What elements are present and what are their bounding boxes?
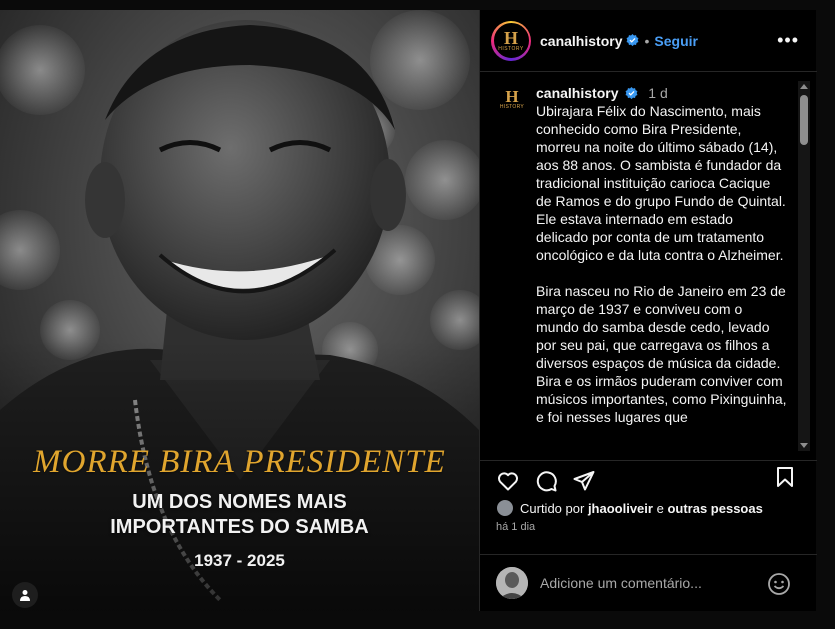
smiley-icon [768,573,790,595]
person-icon [20,590,30,601]
post-side-panel: H HISTORY canalhistory • Seguir ••• H HI… [479,10,817,611]
post-subtitle-line1: UM DOS NOMES MAIS [132,491,347,513]
share-button[interactable] [572,469,596,493]
post-timestamp[interactable]: há 1 dia [496,521,535,533]
likes-prefix: Curtido por [520,500,585,516]
caption-paragraph-2: Bira nasceu no Rio de Janeiro em 23 de m… [536,283,787,425]
scroll-down-arrow-icon[interactable] [800,443,808,448]
history-logo-sub: HISTORY [498,45,524,52]
bookmark-icon [777,467,793,487]
heart-icon [498,471,518,490]
comment-button[interactable] [534,469,558,493]
comment-box [480,554,817,611]
caption-history-logo-sub: HISTORY [499,103,525,110]
caption-area[interactable]: H HISTORY canalhistory 1 d Ubirajara Fél… [480,73,817,460]
header-username[interactable]: canalhistory [540,33,622,49]
caption-time[interactable]: 1 d [648,85,667,101]
tagged-people-button[interactable] [12,582,38,608]
post-image[interactable]: MORRE BIRA PRESIDENTE UM DOS NOMES MAIS … [0,10,479,611]
header-separator: • [644,32,650,49]
post-header: H HISTORY canalhistory • Seguir ••• [480,10,817,72]
post-years: 1937 - 2025 [194,551,285,570]
caption-history-logo: H [505,86,519,106]
scroll-up-arrow-icon[interactable] [800,84,808,89]
liker-avatar[interactable] [496,499,514,517]
likes-others-link[interactable]: outras pessoas [667,501,762,516]
liker-username[interactable]: jhaooliveir [588,501,653,516]
likes-summary: Curtido por jhaooliveir e outras pessoas [496,499,763,517]
caption-paragraph-1: Ubirajara Félix do Nascimento, mais conh… [536,103,786,263]
caption-scrollbar[interactable] [798,81,810,451]
action-bar [480,460,817,500]
profile-avatar[interactable]: H HISTORY [491,20,531,61]
post-subtitle-line2: IMPORTANTES DO SAMBA [110,516,369,538]
share-icon [573,470,595,490]
caption-avatar[interactable]: H HISTORY [498,85,526,113]
current-user-avatar[interactable] [496,567,528,599]
like-button[interactable] [496,469,520,493]
history-logo: H [503,27,518,48]
more-options-button[interactable]: ••• [777,30,799,51]
follow-button[interactable]: Seguir [654,33,698,49]
verified-badge-icon [626,34,639,47]
caption-username[interactable]: canalhistory [536,85,618,101]
post-title: MORRE BIRA PRESIDENTE [33,444,446,480]
caption-text: canalhistory 1 d Ubirajara Félix do Nasc… [536,84,788,444]
comment-icon [536,470,557,491]
likes-connector: e [656,500,664,516]
save-button[interactable] [774,465,796,494]
scroll-thumb[interactable] [800,95,808,145]
verified-badge-icon [625,87,638,100]
comment-input[interactable] [540,575,760,591]
emoji-button[interactable] [767,572,791,601]
post-subtitle: UM DOS NOMES MAIS IMPORTANTES DO SAMBA [0,490,479,540]
